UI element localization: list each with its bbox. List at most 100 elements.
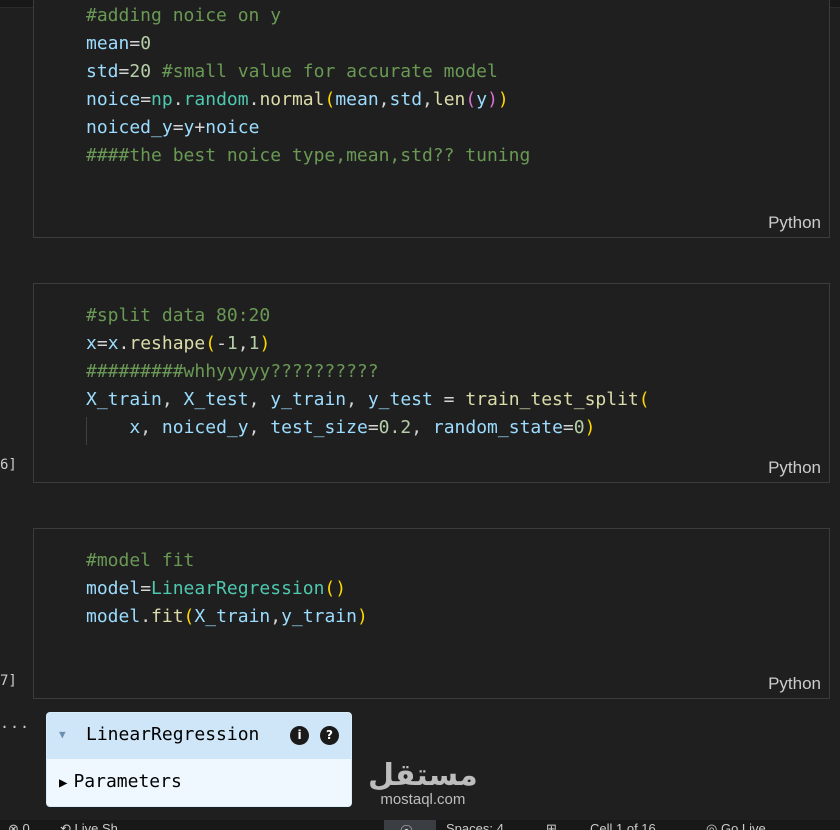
code-token: , (422, 89, 433, 110)
code-token: ) (487, 89, 498, 110)
code-token: #split data 80:20 (86, 305, 271, 326)
code-token: . (118, 333, 130, 354)
status-errors[interactable]: ⊗ 0 (8, 821, 30, 830)
execution-count: 7] (0, 673, 17, 689)
code-token: x (107, 333, 119, 354)
code-token: ( (183, 606, 195, 627)
code-line[interactable]: #########whhyyyyy?????????? (86, 358, 379, 386)
watermark-latin: mostaql.com (380, 791, 466, 808)
status-live-share[interactable]: ⟲ Live Sh... (60, 821, 129, 830)
code-token: noiced_y (161, 417, 249, 438)
code-line[interactable]: x=x.reshape(-1,1) (86, 330, 270, 358)
collapse-arrow-icon[interactable]: ▼ (59, 728, 66, 741)
code-line[interactable]: model.fit(X_train,y_train) (86, 603, 368, 631)
code-token: X_test (183, 389, 249, 410)
code-token: reshape (129, 333, 206, 354)
cell-language-label[interactable]: Python (768, 458, 821, 478)
code-token: y (476, 89, 488, 110)
info-icon[interactable]: i (290, 726, 309, 745)
code-token: = (172, 117, 184, 138)
code-line[interactable]: #adding noice on y (86, 2, 281, 30)
code-token: ) (584, 417, 596, 438)
code-token: y (183, 117, 195, 138)
code-token: y_train (281, 606, 357, 627)
code-token: ( (324, 578, 336, 599)
indent-guide (86, 417, 87, 445)
code-token: model (86, 578, 141, 599)
code-token: ####the best noice type,mean,std?? tunin… (86, 145, 531, 166)
code-token: std (86, 61, 119, 82)
code-line[interactable]: x, noiced_y, test_size=0.2, random_state… (86, 414, 596, 445)
code-token: 1 (226, 333, 238, 354)
status-cell-position[interactable]: Cell 1 of 16 (590, 821, 656, 830)
cell-language-label[interactable]: Python (768, 213, 821, 233)
code-token: x (129, 417, 141, 438)
help-icon[interactable]: ? (320, 726, 339, 745)
code-token: random_state (432, 417, 563, 438)
code-token: = (432, 389, 466, 410)
code-token: random (183, 89, 249, 110)
code-token: ( (638, 389, 650, 410)
code-token: x (86, 333, 97, 354)
code-token: X_train (86, 389, 162, 410)
code-token: 1 (248, 333, 260, 354)
code-line[interactable]: noiced_y=y+noice (86, 114, 259, 142)
code-token: . (172, 89, 184, 110)
code-line[interactable]: mean=0 (86, 30, 151, 58)
code-line[interactable]: #model fit (86, 547, 194, 575)
status-spaces[interactable]: Spaces: 4 (446, 821, 504, 830)
estimator-widget: ▼ LinearRegression i ? ▶ Parameters (46, 712, 352, 807)
code-token: = (129, 33, 141, 54)
code-token: ( (324, 89, 336, 110)
code-token: fit (151, 606, 184, 627)
estimator-header[interactable]: ▼ LinearRegression i ? (47, 713, 351, 759)
code-line[interactable]: ####the best noice type,mean,std?? tunin… (86, 142, 530, 170)
code-token: 0.2 (378, 417, 412, 438)
code-token: = (118, 61, 130, 82)
code-token: 0 (140, 33, 152, 54)
code-token: 0 (573, 417, 585, 438)
code-token: std (389, 89, 423, 110)
code-token: noice (205, 117, 260, 138)
code-token: X_train (194, 606, 271, 627)
code-token: model (86, 606, 141, 627)
parameters-toggle[interactable]: ▶ Parameters (59, 771, 182, 792)
code-token: , (140, 417, 162, 438)
code-line[interactable]: model=LinearRegression() (86, 575, 346, 603)
code-token: , (248, 389, 271, 410)
code-token: normal (259, 89, 325, 110)
cell-language-label[interactable]: Python (768, 674, 821, 694)
code-cell-model-fit[interactable]: #model fit model=LinearRegression() model.… (33, 528, 830, 699)
parameters-label: Parameters (73, 771, 182, 792)
code-token: train_test_split (465, 389, 639, 410)
code-token: #model fit (86, 550, 195, 571)
status-indicator-icon[interactable]: ⦿ (400, 821, 413, 830)
code-token: = (140, 89, 152, 110)
code-token: len (432, 89, 466, 110)
code-token: + (194, 117, 206, 138)
code-line[interactable]: #split data 80:20 (86, 302, 270, 330)
code-token: 20 (129, 61, 152, 82)
code-token: . (248, 89, 260, 110)
code-token (86, 417, 129, 445)
code-line[interactable]: std=20 #small value for accurate model (86, 58, 498, 86)
code-token: - (216, 333, 227, 354)
code-token: ) (259, 333, 271, 354)
code-token: noice (86, 89, 141, 110)
code-line[interactable]: X_train, X_test, y_train, y_test = train… (86, 386, 650, 414)
expand-arrow-icon: ▶ (59, 775, 68, 791)
code-cell-split[interactable]: #split data 80:20 x=x.reshape(-1,1) ######… (33, 283, 830, 483)
code-token: ) (497, 89, 509, 110)
code-token: y_test (367, 389, 433, 410)
watermark-logo: مستقل mostaql.com (368, 760, 478, 808)
code-token: ) (335, 578, 347, 599)
code-line[interactable]: noice=np.random.normal(mean,std,len(y)) (86, 86, 509, 114)
code-cell-noise[interactable]: #adding noice on y mean=0 std=20 #small va… (33, 0, 830, 238)
code-token: #########whhyyyyy?????????? (86, 361, 379, 382)
notebook-editor: #adding noice on y mean=0 std=20 #small va… (0, 0, 840, 830)
code-token: #adding noice on y (86, 5, 282, 26)
output-more-actions[interactable]: ... (0, 714, 30, 732)
status-cells-icon[interactable]: ⊞ (546, 821, 557, 830)
code-token: mean (86, 33, 130, 54)
status-go-live[interactable]: ◎ Go Live (706, 821, 766, 830)
